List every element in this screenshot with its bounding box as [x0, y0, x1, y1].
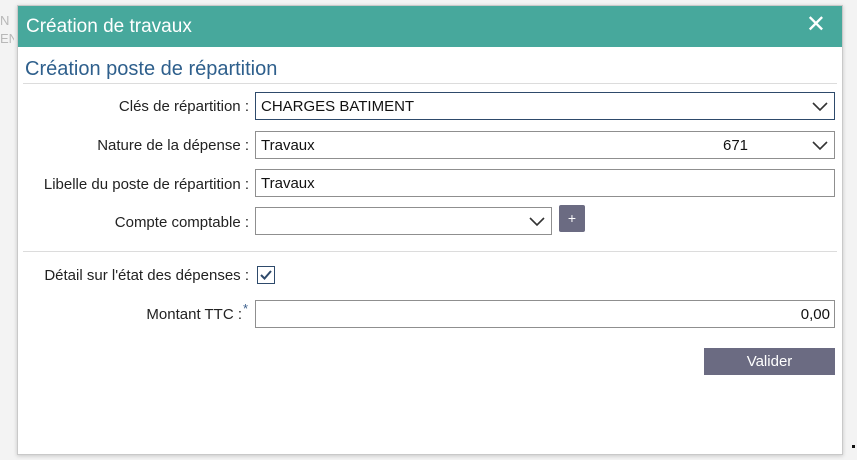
detail-label: Détail sur l'état des dépenses :	[44, 267, 249, 284]
creation-travaux-dialog: Création de travaux ✕ Création poste de …	[17, 5, 843, 455]
dialog-title: Création de travaux	[26, 16, 192, 37]
compte-comptable-select[interactable]	[255, 207, 552, 235]
detail-checkbox[interactable]	[257, 266, 275, 284]
form-divider	[23, 251, 837, 252]
cles-value: CHARGES BATIMENT	[261, 98, 415, 115]
nature-value: Travaux	[261, 137, 315, 154]
chevron-down-icon	[529, 217, 545, 227]
montant-ttc-input[interactable]: 0,00	[255, 300, 835, 328]
dialog-titlebar: Création de travaux ✕	[18, 6, 842, 47]
nature-code: 671	[723, 137, 749, 154]
valider-button[interactable]: Valider	[704, 348, 835, 375]
libelle-label: Libelle du poste de répartition :	[43, 176, 249, 193]
cles-repartition-select[interactable]: CHARGES BATIMENT	[255, 92, 835, 120]
close-icon[interactable]: ✕	[806, 12, 826, 38]
compte-label: Compte comptable :	[114, 214, 249, 231]
section-divider	[23, 83, 837, 84]
chevron-down-icon	[812, 102, 828, 112]
add-compte-button[interactable]: +	[559, 205, 585, 232]
check-icon	[260, 270, 272, 280]
required-marker: *	[243, 301, 249, 316]
nature-label: Nature de la dépense :	[97, 137, 249, 154]
libelle-value: Travaux	[261, 175, 315, 192]
background-text: N EN	[0, 13, 14, 46]
montant-value: 0,00	[800, 306, 830, 323]
libelle-input[interactable]: Travaux	[255, 169, 835, 197]
section-title: Création poste de répartition	[25, 58, 278, 80]
nature-depense-select[interactable]: Travaux 671	[255, 131, 835, 159]
montant-label: Montant TTC :	[146, 306, 242, 323]
cles-label: Clés de répartition :	[118, 98, 249, 115]
corner-mark	[852, 445, 855, 448]
chevron-down-icon	[812, 141, 828, 151]
